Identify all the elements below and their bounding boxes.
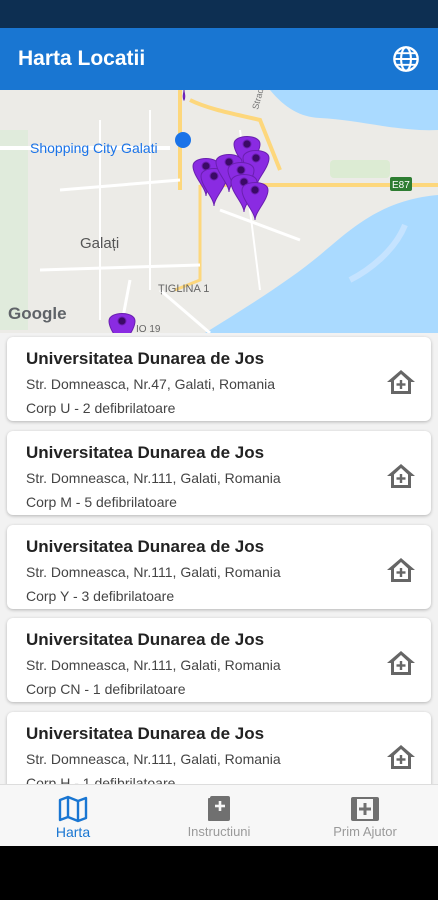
marker-cluster[interactable]: [108, 90, 270, 334]
add-home-icon[interactable]: [386, 649, 416, 677]
park-area: [330, 160, 390, 178]
map-label-district: ȚIGLINA 1: [158, 283, 209, 295]
nav-item-instructiuni[interactable]: Instructiuni: [146, 785, 292, 846]
map-label-partial: IO 19: [136, 324, 161, 333]
location-info: Corp U - 2 defibrilatoare: [26, 400, 176, 416]
app-screen: Harta Locatii Shopping City Galati Galaț…: [0, 0, 438, 900]
road: [59, 178, 181, 192]
location-title: Universitatea Dunarea de Jos: [26, 349, 265, 368]
marker-icon[interactable]: [241, 182, 269, 221]
location-title: Universitatea Dunarea de Jos: [26, 443, 265, 462]
road: [39, 263, 201, 272]
location-card[interactable]: Universitatea Dunarea de Jos Str. Domnea…: [7, 618, 431, 702]
location-address: Str. Domneasca, Nr.111, Galati, Romania: [26, 657, 281, 673]
road: [219, 208, 301, 242]
nav-label: Harta: [55, 824, 91, 840]
location-info: Corp Y - 3 defibrilatoare: [26, 588, 175, 604]
status-bar: [0, 0, 438, 28]
map-label-street: Strada V: [250, 90, 269, 111]
road: [174, 185, 202, 292]
water-lake: [270, 90, 438, 131]
nav-item-prim-ajutor[interactable]: Prim Ajutor: [292, 785, 438, 846]
nav-label: Instructiuni: [187, 824, 251, 839]
location-card[interactable]: Universitatea Dunarea de Jos Str. Domnea…: [7, 712, 431, 784]
location-address: Str. Domneasca, Nr.111, Galati, Romania: [26, 751, 281, 767]
map-icon: [58, 795, 88, 823]
map-label-city: Galați: [80, 235, 119, 252]
add-home-icon[interactable]: [386, 743, 416, 771]
location-title: Universitatea Dunarea de Jos: [26, 630, 265, 649]
nav-item-harta[interactable]: Harta: [0, 785, 146, 846]
location-card[interactable]: Universitatea Dunarea de Jos Str. Domnea…: [7, 337, 431, 421]
location-card[interactable]: Universitatea Dunarea de Jos Str. Domnea…: [7, 431, 431, 515]
app-bar: Harta Locatii: [0, 28, 438, 90]
location-address: Str. Domneasca, Nr.111, Galati, Romania: [26, 564, 281, 580]
map-view[interactable]: Shopping City Galati Galați ȚIGLINA 1 E8…: [0, 90, 438, 333]
globe-icon[interactable]: [392, 45, 420, 73]
first-aid-icon: [351, 797, 379, 821]
location-title: Universitatea Dunarea de Jos: [26, 537, 265, 556]
add-home-icon[interactable]: [386, 556, 416, 584]
system-navigation-bar: [0, 846, 438, 900]
page-title: Harta Locatii: [18, 47, 146, 70]
shopping-icon: [175, 132, 191, 148]
bottom-navigation: Harta Instructiuni Prim Ajutor: [0, 784, 438, 846]
location-list[interactable]: Universitatea Dunarea de Jos Str. Domnea…: [0, 333, 438, 784]
park-area: [0, 130, 28, 330]
map-label-mall: Shopping City Galati: [30, 140, 158, 156]
google-logo: Google: [8, 304, 67, 323]
add-home-icon[interactable]: [386, 462, 416, 490]
location-info: Corp CN - 1 defibrilatoare: [26, 681, 186, 697]
nav-label: Prim Ajutor: [333, 824, 397, 839]
marker-icon[interactable]: [182, 90, 186, 102]
marker-icon[interactable]: [108, 313, 136, 334]
location-address: Str. Domneasca, Nr.111, Galati, Romania: [26, 470, 281, 486]
location-info: Corp H - 1 defibrilatoare: [26, 775, 176, 784]
location-card[interactable]: Universitatea Dunarea de Jos Str. Domnea…: [7, 525, 431, 609]
water-river: [205, 195, 438, 333]
book-icon: [208, 796, 230, 821]
location-info: Corp M - 5 defibrilatoare: [26, 494, 177, 510]
location-address: Str. Domneasca, Nr.47, Galati, Romania: [26, 376, 275, 392]
map-canvas[interactable]: Shopping City Galati Galați ȚIGLINA 1 E8…: [0, 90, 438, 333]
add-home-icon[interactable]: [386, 368, 416, 396]
map-label-road: E87: [392, 180, 410, 191]
location-title: Universitatea Dunarea de Jos: [26, 724, 265, 743]
road: [159, 288, 211, 333]
